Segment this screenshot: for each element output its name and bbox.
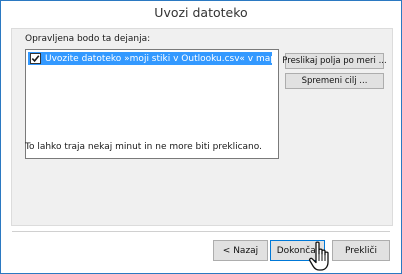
list-item-label: Uvozite datoteko »moji stiki v Outlooku.… (45, 53, 272, 64)
import-file-dialog: Uvozi datoteko Opravljena bodo ta dejanj… (0, 0, 402, 274)
change-destination-button[interactable]: Spremeni cilj ... (285, 73, 384, 89)
action-checkbox[interactable] (30, 53, 41, 64)
cancel-button[interactable]: Prekliči (332, 240, 390, 261)
back-button[interactable]: < Nazaj (213, 240, 268, 261)
hand-pointer-icon (308, 241, 329, 271)
title-bar: Uvozi datoteko (1, 1, 401, 28)
actions-label: Opravljena bodo ta dejanja: (25, 34, 151, 44)
info-note: To lahko traja nekaj minut in ne more bi… (25, 142, 262, 152)
dialog-title: Uvozi datoteko (154, 5, 248, 20)
checkmark-icon (31, 55, 40, 63)
map-custom-fields-button[interactable]: Preslikaj polja po meri ... (282, 53, 387, 69)
list-item-import-action[interactable]: Uvozite datoteko »moji stiki v Outlooku.… (28, 52, 272, 65)
footer-divider (12, 231, 390, 232)
content-panel: Opravljena bodo ta dejanja: Uvozite dato… (11, 28, 393, 226)
